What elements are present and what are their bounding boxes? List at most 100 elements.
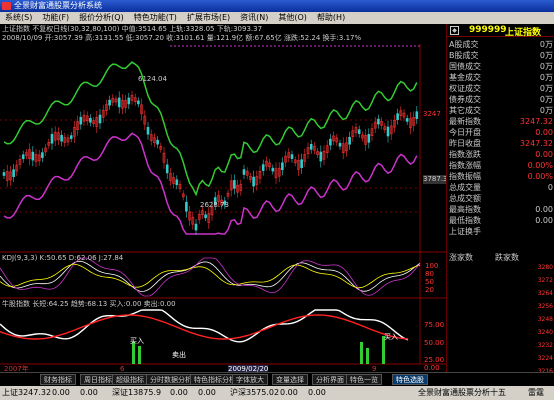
candle-body (108, 99, 111, 106)
candle-body (12, 169, 15, 177)
window-title: 全景财富通股票分析系统 (14, 1, 102, 10)
quote-row: 总成交量 0 (449, 183, 553, 193)
candle-body (329, 138, 332, 146)
candle-body (252, 176, 255, 187)
menu-item[interactable]: 帮助(H) (312, 12, 350, 24)
quote-row: 今日开盘 0.00 (449, 128, 553, 138)
quote-row-label: 总成交额 (449, 194, 481, 203)
status-bar: 上证3247.32 0.00 0.00 深证13875.9 0.00 0.00 … (0, 386, 554, 400)
quote-row-label: 最高指数 (449, 205, 481, 214)
candle-body (233, 180, 236, 189)
buy-signal-label: 买入 (384, 333, 398, 341)
tick-scale-label: 3272 (537, 277, 553, 284)
quote-row-label: 上证换手 (449, 227, 481, 236)
menu-item[interactable]: 扩展市场(E) (182, 12, 235, 24)
chart-canvas[interactable] (0, 24, 446, 372)
tick-scale-label: 3256 (537, 303, 553, 310)
candle-body (319, 151, 323, 162)
sz-change: 0.00 (170, 388, 188, 397)
low-label: 2628.73 (200, 201, 229, 209)
quote-row: 总成交额 (449, 194, 553, 204)
sz-index: 深证13875.9 (112, 388, 162, 397)
indicator-tab[interactable]: 超级指标 (112, 374, 148, 385)
price-axis-label: 3247 (423, 110, 441, 118)
indicator-tab[interactable]: 字体放大 (232, 374, 268, 385)
quote-row: A股成交 0万 (449, 40, 553, 50)
menu-item[interactable]: 功能(F) (37, 12, 74, 24)
candle-body (309, 144, 313, 150)
quote-row-label: A股成交 (449, 40, 479, 49)
candle-body (117, 97, 121, 108)
menu-item[interactable]: 系统(S) (0, 12, 37, 24)
quote-row-label: 其它成交 (449, 106, 481, 115)
status-extra: 雷霆 (528, 388, 544, 397)
indicator2-caption: 牛股指数 长短:64.25 趋势:68.13 买入:0.00 卖出:0.00 (2, 300, 176, 308)
quote-row-label: 总成交量 (449, 183, 481, 192)
quote-row-value: 3247.32 (519, 139, 553, 148)
quote-row: 基金成交 0万 (449, 73, 553, 83)
menu-item[interactable]: 其他(O) (273, 12, 312, 24)
candle-body (41, 152, 44, 158)
quote-row-label: 债券成交 (449, 95, 481, 104)
tick-scale-label: 3264 (537, 290, 553, 297)
menu-item[interactable]: 报价分析(Q) (74, 12, 129, 24)
sh-change: 0.00 (52, 388, 70, 397)
title-bar: 全景财富通股票分析系统 (0, 0, 554, 12)
quote-row-value: 0.00 (535, 150, 553, 159)
indicator-tab[interactable]: 周日指标 (80, 374, 116, 385)
kdj-axis-label: 20 (425, 286, 434, 294)
candle-body (79, 116, 83, 125)
hs-change: 0.00 (280, 388, 298, 397)
quote-row-value: 0万 (539, 40, 553, 49)
chart-area[interactable]: 上证指数 不复权日线(30,32,80,100) 中值:3514.65 上轨:3… (0, 24, 448, 374)
quote-row-label: 指数涨跌 (449, 150, 481, 159)
quote-row: 上证换手 (449, 227, 553, 237)
signal-bar (360, 342, 363, 364)
indicator-tab[interactable]: 特色选股 (392, 374, 428, 385)
quote-header: ◆ 999999 上证指数 (447, 24, 554, 38)
quote-row-value: 0.00% (527, 172, 553, 181)
quote-row-label: 最低指数 (449, 216, 481, 225)
indicator-tab[interactable]: 分时数据分析 (146, 374, 196, 385)
quote-row-label: 权证成交 (449, 84, 481, 93)
ind2-axis-label: 50.00 (424, 339, 445, 347)
sh-index: 上证3247.32 (2, 388, 52, 397)
indicator-tab[interactable]: 财务指标 (40, 374, 76, 385)
stock-name: 上证指数 (505, 28, 542, 38)
candle-body (127, 97, 131, 105)
candle-body (50, 133, 54, 144)
quote-row-value: 0 (547, 183, 553, 192)
indicator-tab[interactable]: 变量选择 (272, 374, 308, 385)
candle-body (338, 142, 342, 147)
menu-item[interactable]: 资讯(N) (235, 12, 273, 24)
quote-row: 昨日收盘 3247.32 (449, 139, 553, 149)
stock-code: 999999 (469, 25, 507, 35)
candle-body (357, 129, 361, 134)
indicator-tab[interactable]: 分析界面 (312, 374, 348, 385)
tick-panel: 涨家数 跌家数 3280 3272 3264 3256 3248 3240 3232 3224… (447, 252, 554, 375)
buy-signal-label: 买入 (130, 337, 144, 345)
hs-index: 沪深3575.02 (230, 388, 280, 397)
switch-icon[interactable]: ◆ (450, 26, 459, 35)
candle-body (348, 136, 351, 145)
candle-body (367, 134, 371, 143)
high-label: 6124.04 (138, 75, 167, 83)
sh-percent: 0.00 (80, 388, 98, 397)
quote-row-label: B股成交 (449, 51, 479, 60)
quote-row-label: 指数涨幅 (449, 161, 481, 170)
candle-body (146, 126, 150, 135)
indicator-tab[interactable]: 特色一览 (346, 374, 382, 385)
quote-row: 其它成交 0万 (449, 106, 553, 116)
candle-body (300, 159, 303, 169)
quote-row-value: 0.00 (535, 205, 553, 214)
candle-body (386, 126, 390, 137)
quote-row: 最高指数 0.00 (449, 205, 553, 215)
main-chart-ohlc: 2008/10/09 开:3057.39 高:3131.55 低:3057.20… (2, 34, 362, 42)
quote-row-value: 0万 (539, 73, 553, 82)
menu-item[interactable]: 特色功能(T) (129, 12, 182, 24)
quote-row: B股成交 0万 (449, 51, 553, 61)
quote-row: 指数涨幅 0.00% (449, 161, 553, 171)
candle-body (165, 164, 169, 174)
quote-row-value: 0万 (539, 51, 553, 60)
tick-scale-label: 3224 (537, 355, 553, 362)
